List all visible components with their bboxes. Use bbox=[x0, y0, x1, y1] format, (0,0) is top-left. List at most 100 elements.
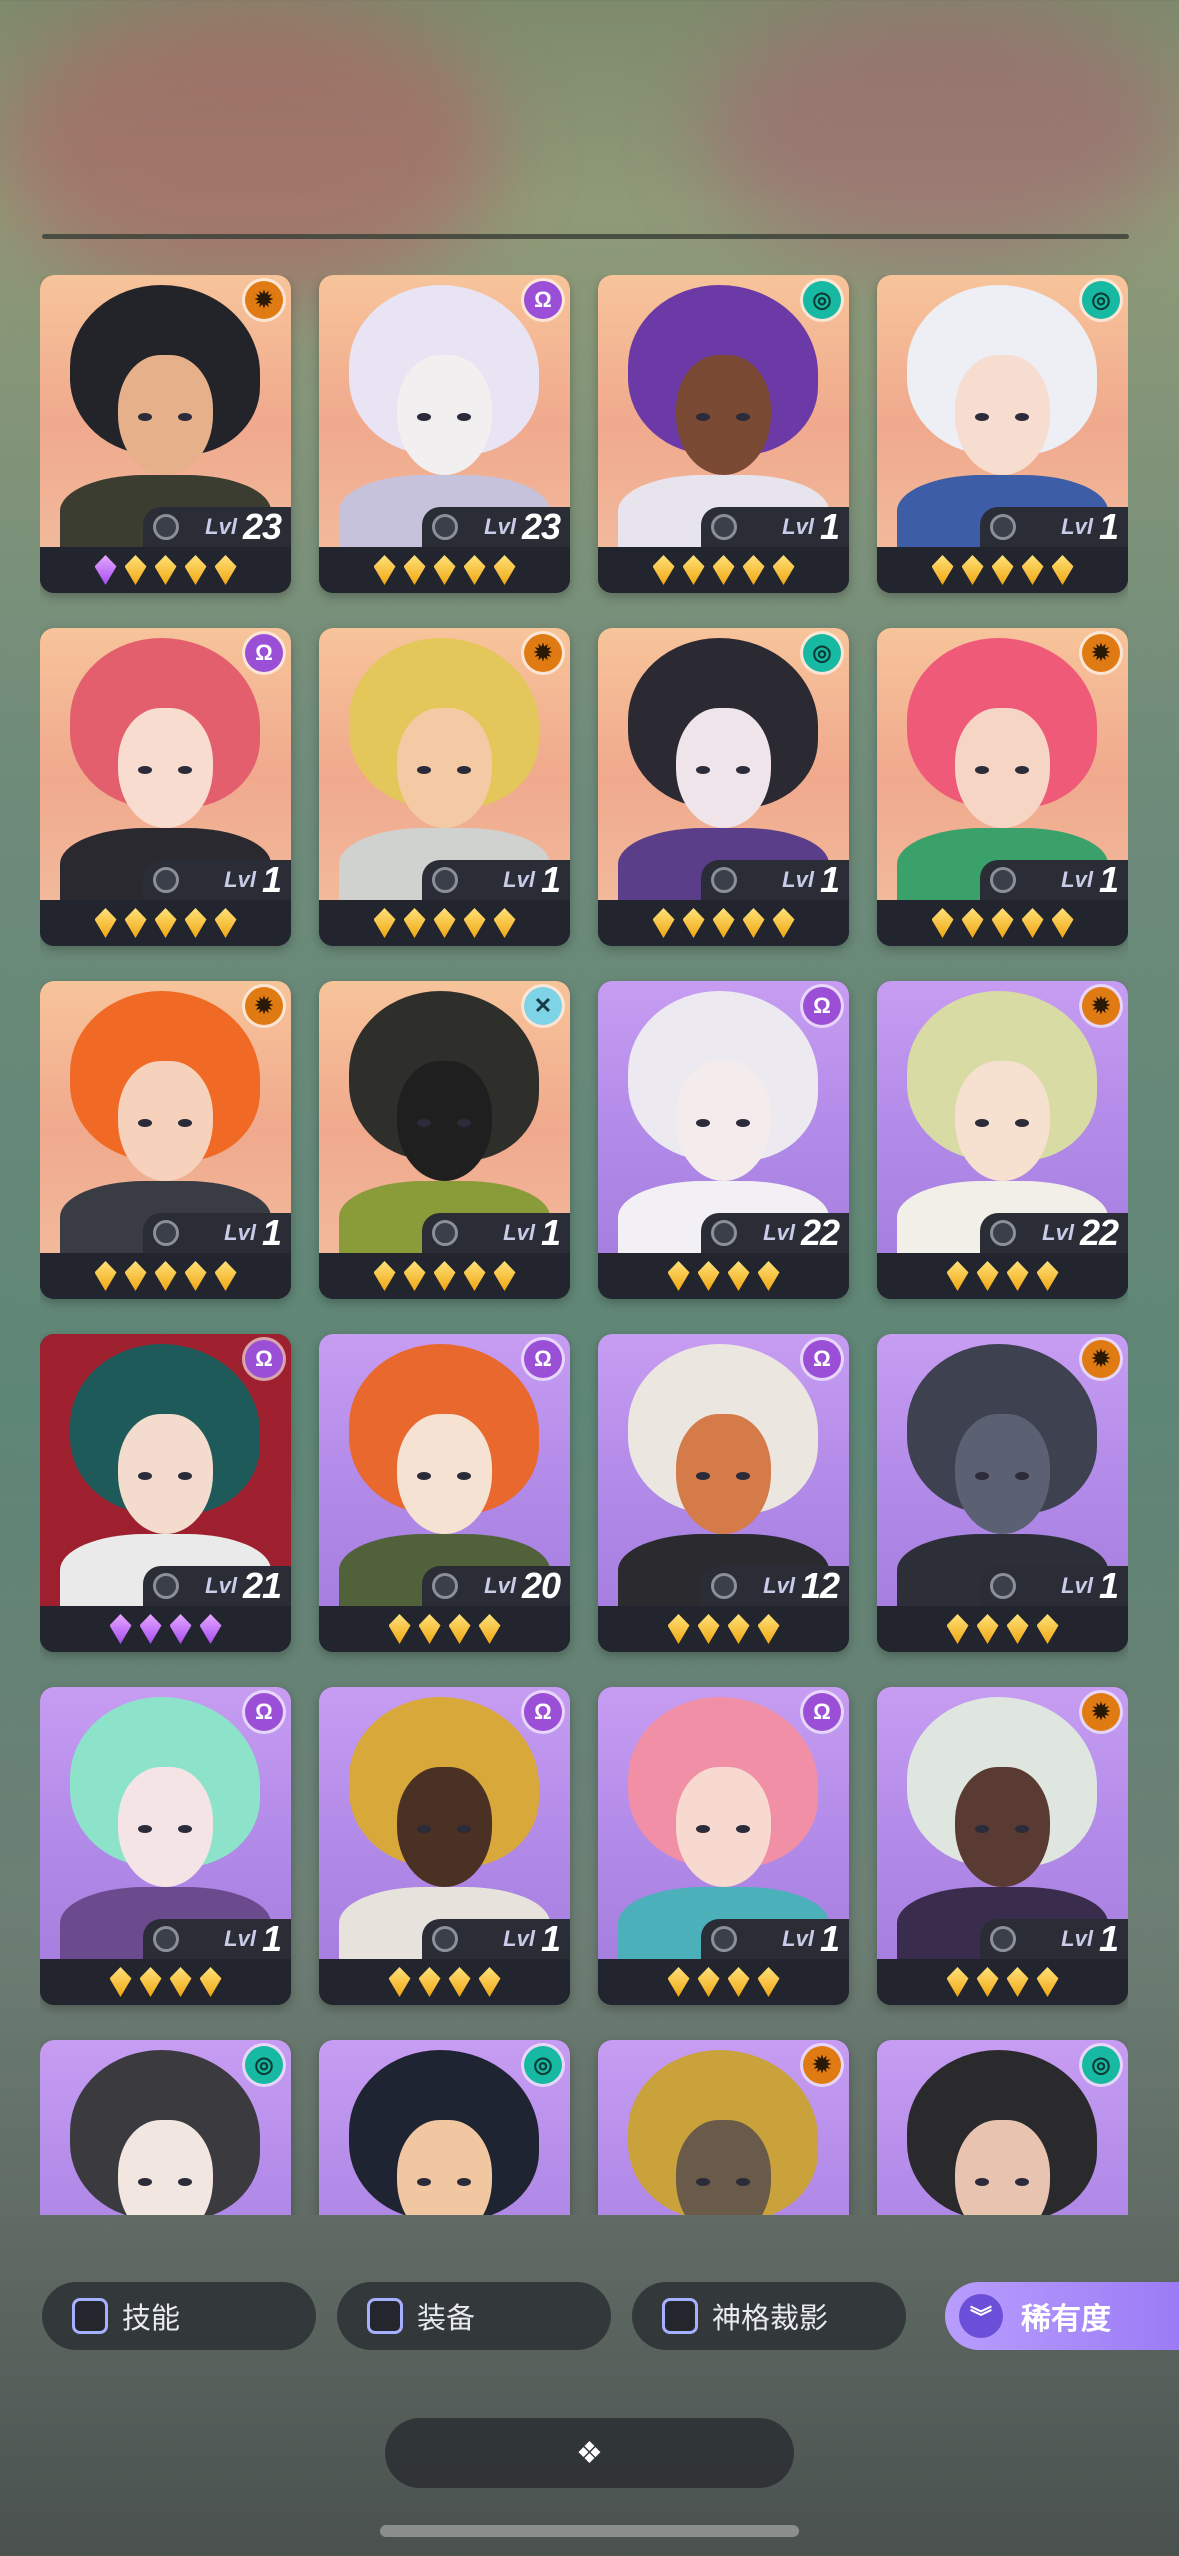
hero-eye bbox=[1015, 413, 1029, 421]
chevron-down-double-icon: ︾ bbox=[959, 2294, 1003, 2338]
level-number: 1 bbox=[540, 1918, 561, 1959]
equipment-filter-checkbox[interactable]: 装备 bbox=[337, 2282, 611, 2350]
hero-card[interactable]: ✹ Lvl 23 bbox=[40, 275, 291, 593]
hero-card[interactable]: ✹ Lvl 1 bbox=[40, 981, 291, 1299]
gear-icon bbox=[990, 867, 1016, 893]
level-badge: Lvl 1 bbox=[980, 1918, 1128, 1959]
level-number: 20 bbox=[521, 1565, 561, 1606]
hero-card[interactable]: ◎ Lvl 1 bbox=[598, 628, 849, 946]
hero-card[interactable]: ◎ Lvl 1 bbox=[877, 275, 1128, 593]
hero-card[interactable]: ✹ Lvl 1 bbox=[877, 1687, 1128, 2005]
gem-star-icon bbox=[1006, 1967, 1029, 1997]
hero-eye bbox=[1015, 1119, 1029, 1127]
gear-icon bbox=[432, 1926, 458, 1952]
hero-card[interactable]: ◎ bbox=[319, 2040, 570, 2215]
hero-face bbox=[397, 708, 492, 828]
home-indicator bbox=[380, 2525, 799, 2537]
omega-icon: Ω bbox=[524, 281, 562, 319]
collapse-button[interactable]: ❖ bbox=[385, 2418, 794, 2488]
level-prefix: Lvl bbox=[224, 1926, 256, 1951]
star-rating bbox=[598, 1253, 849, 1299]
level-number: 1 bbox=[540, 1212, 561, 1253]
gem-star-icon bbox=[931, 555, 954, 585]
sun-icon: ✹ bbox=[1082, 634, 1120, 672]
gem-star-icon bbox=[433, 908, 456, 938]
level-number: 1 bbox=[819, 1918, 840, 1959]
gem-star-icon bbox=[931, 908, 954, 938]
gem-star-icon bbox=[169, 1614, 192, 1644]
gem-star-icon bbox=[154, 908, 177, 938]
gear-icon bbox=[711, 1220, 737, 1246]
gem-star-icon bbox=[214, 908, 237, 938]
level-prefix: Lvl bbox=[205, 514, 237, 539]
gear-icon bbox=[990, 514, 1016, 540]
level-badge: Lvl 1 bbox=[980, 1565, 1128, 1606]
rarity-sort-button[interactable]: ︾ 稀有度 bbox=[945, 2282, 1179, 2350]
swirl-icon: ◎ bbox=[524, 2046, 562, 2084]
gem-star-icon bbox=[124, 555, 147, 585]
gem-star-icon bbox=[652, 908, 675, 938]
gem-star-icon bbox=[1006, 1614, 1029, 1644]
hero-card[interactable]: Ω Lvl 22 bbox=[598, 981, 849, 1299]
checkbox-icon bbox=[662, 2298, 698, 2334]
star-rating bbox=[877, 900, 1128, 946]
hero-card[interactable]: ◎ Lvl 1 bbox=[598, 275, 849, 593]
gem-star-icon bbox=[757, 1261, 780, 1291]
hero-eye bbox=[138, 1825, 152, 1833]
hero-card[interactable]: Ω Lvl 1 bbox=[598, 1687, 849, 2005]
hero-card[interactable]: ✕ Lvl 1 bbox=[319, 981, 570, 1299]
hero-card[interactable]: ◎ bbox=[877, 2040, 1128, 2215]
swirl-icon: ◎ bbox=[245, 2046, 283, 2084]
level-prefix: Lvl bbox=[763, 1573, 795, 1598]
level-number: 1 bbox=[261, 1918, 282, 1959]
hero-eye bbox=[178, 413, 192, 421]
hero-grid[interactable]: ✹ Lvl 23 Ω Lvl 23 ◎ Lvl 1 ◎ Lvl 1 Ω Lvl 1 ✹ Lvl 1 ◎ Lvl 1 ✹ Lv… bbox=[40, 275, 1128, 2215]
level-badge: Lvl 12 bbox=[701, 1565, 849, 1606]
skill-filter-label: 技能 bbox=[122, 2303, 181, 2335]
hero-card[interactable]: Ω Lvl 1 bbox=[319, 1687, 570, 2005]
gear-icon bbox=[432, 1573, 458, 1599]
hero-card[interactable]: Ω Lvl 1 bbox=[40, 1687, 291, 2005]
level-prefix: Lvl bbox=[763, 1220, 795, 1245]
hero-card[interactable]: ✹ Lvl 22 bbox=[877, 981, 1128, 1299]
hero-eye bbox=[178, 2178, 192, 2186]
hero-card[interactable]: Ω Lvl 12 bbox=[598, 1334, 849, 1652]
background-blur bbox=[700, 0, 1179, 260]
omega-icon: Ω bbox=[803, 987, 841, 1025]
hero-card[interactable]: Ω Lvl 20 bbox=[319, 1334, 570, 1652]
gem-star-icon bbox=[214, 555, 237, 585]
gem-star-icon bbox=[961, 555, 984, 585]
hero-eye bbox=[178, 1119, 192, 1127]
hero-card[interactable]: ✹ bbox=[598, 2040, 849, 2215]
hero-face bbox=[118, 2120, 213, 2215]
level-prefix: Lvl bbox=[1061, 1926, 1093, 1951]
gem-star-icon bbox=[463, 1261, 486, 1291]
divine-filter-checkbox[interactable]: 神格裁影 bbox=[632, 2282, 906, 2350]
hero-card[interactable]: ✹ Lvl 1 bbox=[877, 1334, 1128, 1652]
gem-star-icon bbox=[433, 555, 456, 585]
hero-card[interactable]: Ω Lvl 21 bbox=[40, 1334, 291, 1652]
hero-card[interactable]: Ω Lvl 1 bbox=[40, 628, 291, 946]
skill-filter-checkbox[interactable]: 技能 bbox=[42, 2282, 316, 2350]
diamond-cluster-icon: ❖ bbox=[576, 2436, 603, 2470]
gear-icon bbox=[153, 867, 179, 893]
hero-card[interactable]: Ω Lvl 23 bbox=[319, 275, 570, 593]
star-rating bbox=[40, 1253, 291, 1299]
hero-face bbox=[397, 1767, 492, 1887]
level-prefix: Lvl bbox=[1061, 1573, 1093, 1598]
hero-face bbox=[676, 1414, 771, 1534]
level-prefix: Lvl bbox=[503, 1220, 535, 1245]
hero-face bbox=[955, 1767, 1050, 1887]
swirl-icon: ◎ bbox=[803, 281, 841, 319]
swirl-icon: ◎ bbox=[1082, 281, 1120, 319]
gem-star-icon bbox=[154, 1261, 177, 1291]
hero-eye bbox=[457, 1472, 471, 1480]
hero-card[interactable]: ◎ bbox=[40, 2040, 291, 2215]
hero-eye bbox=[696, 1472, 710, 1480]
hero-card[interactable]: ✹ Lvl 1 bbox=[319, 628, 570, 946]
gem-star-icon bbox=[493, 1261, 516, 1291]
level-prefix: Lvl bbox=[484, 514, 516, 539]
hero-card[interactable]: ✹ Lvl 1 bbox=[877, 628, 1128, 946]
gem-star-icon bbox=[946, 1967, 969, 1997]
gem-star-icon bbox=[697, 1261, 720, 1291]
